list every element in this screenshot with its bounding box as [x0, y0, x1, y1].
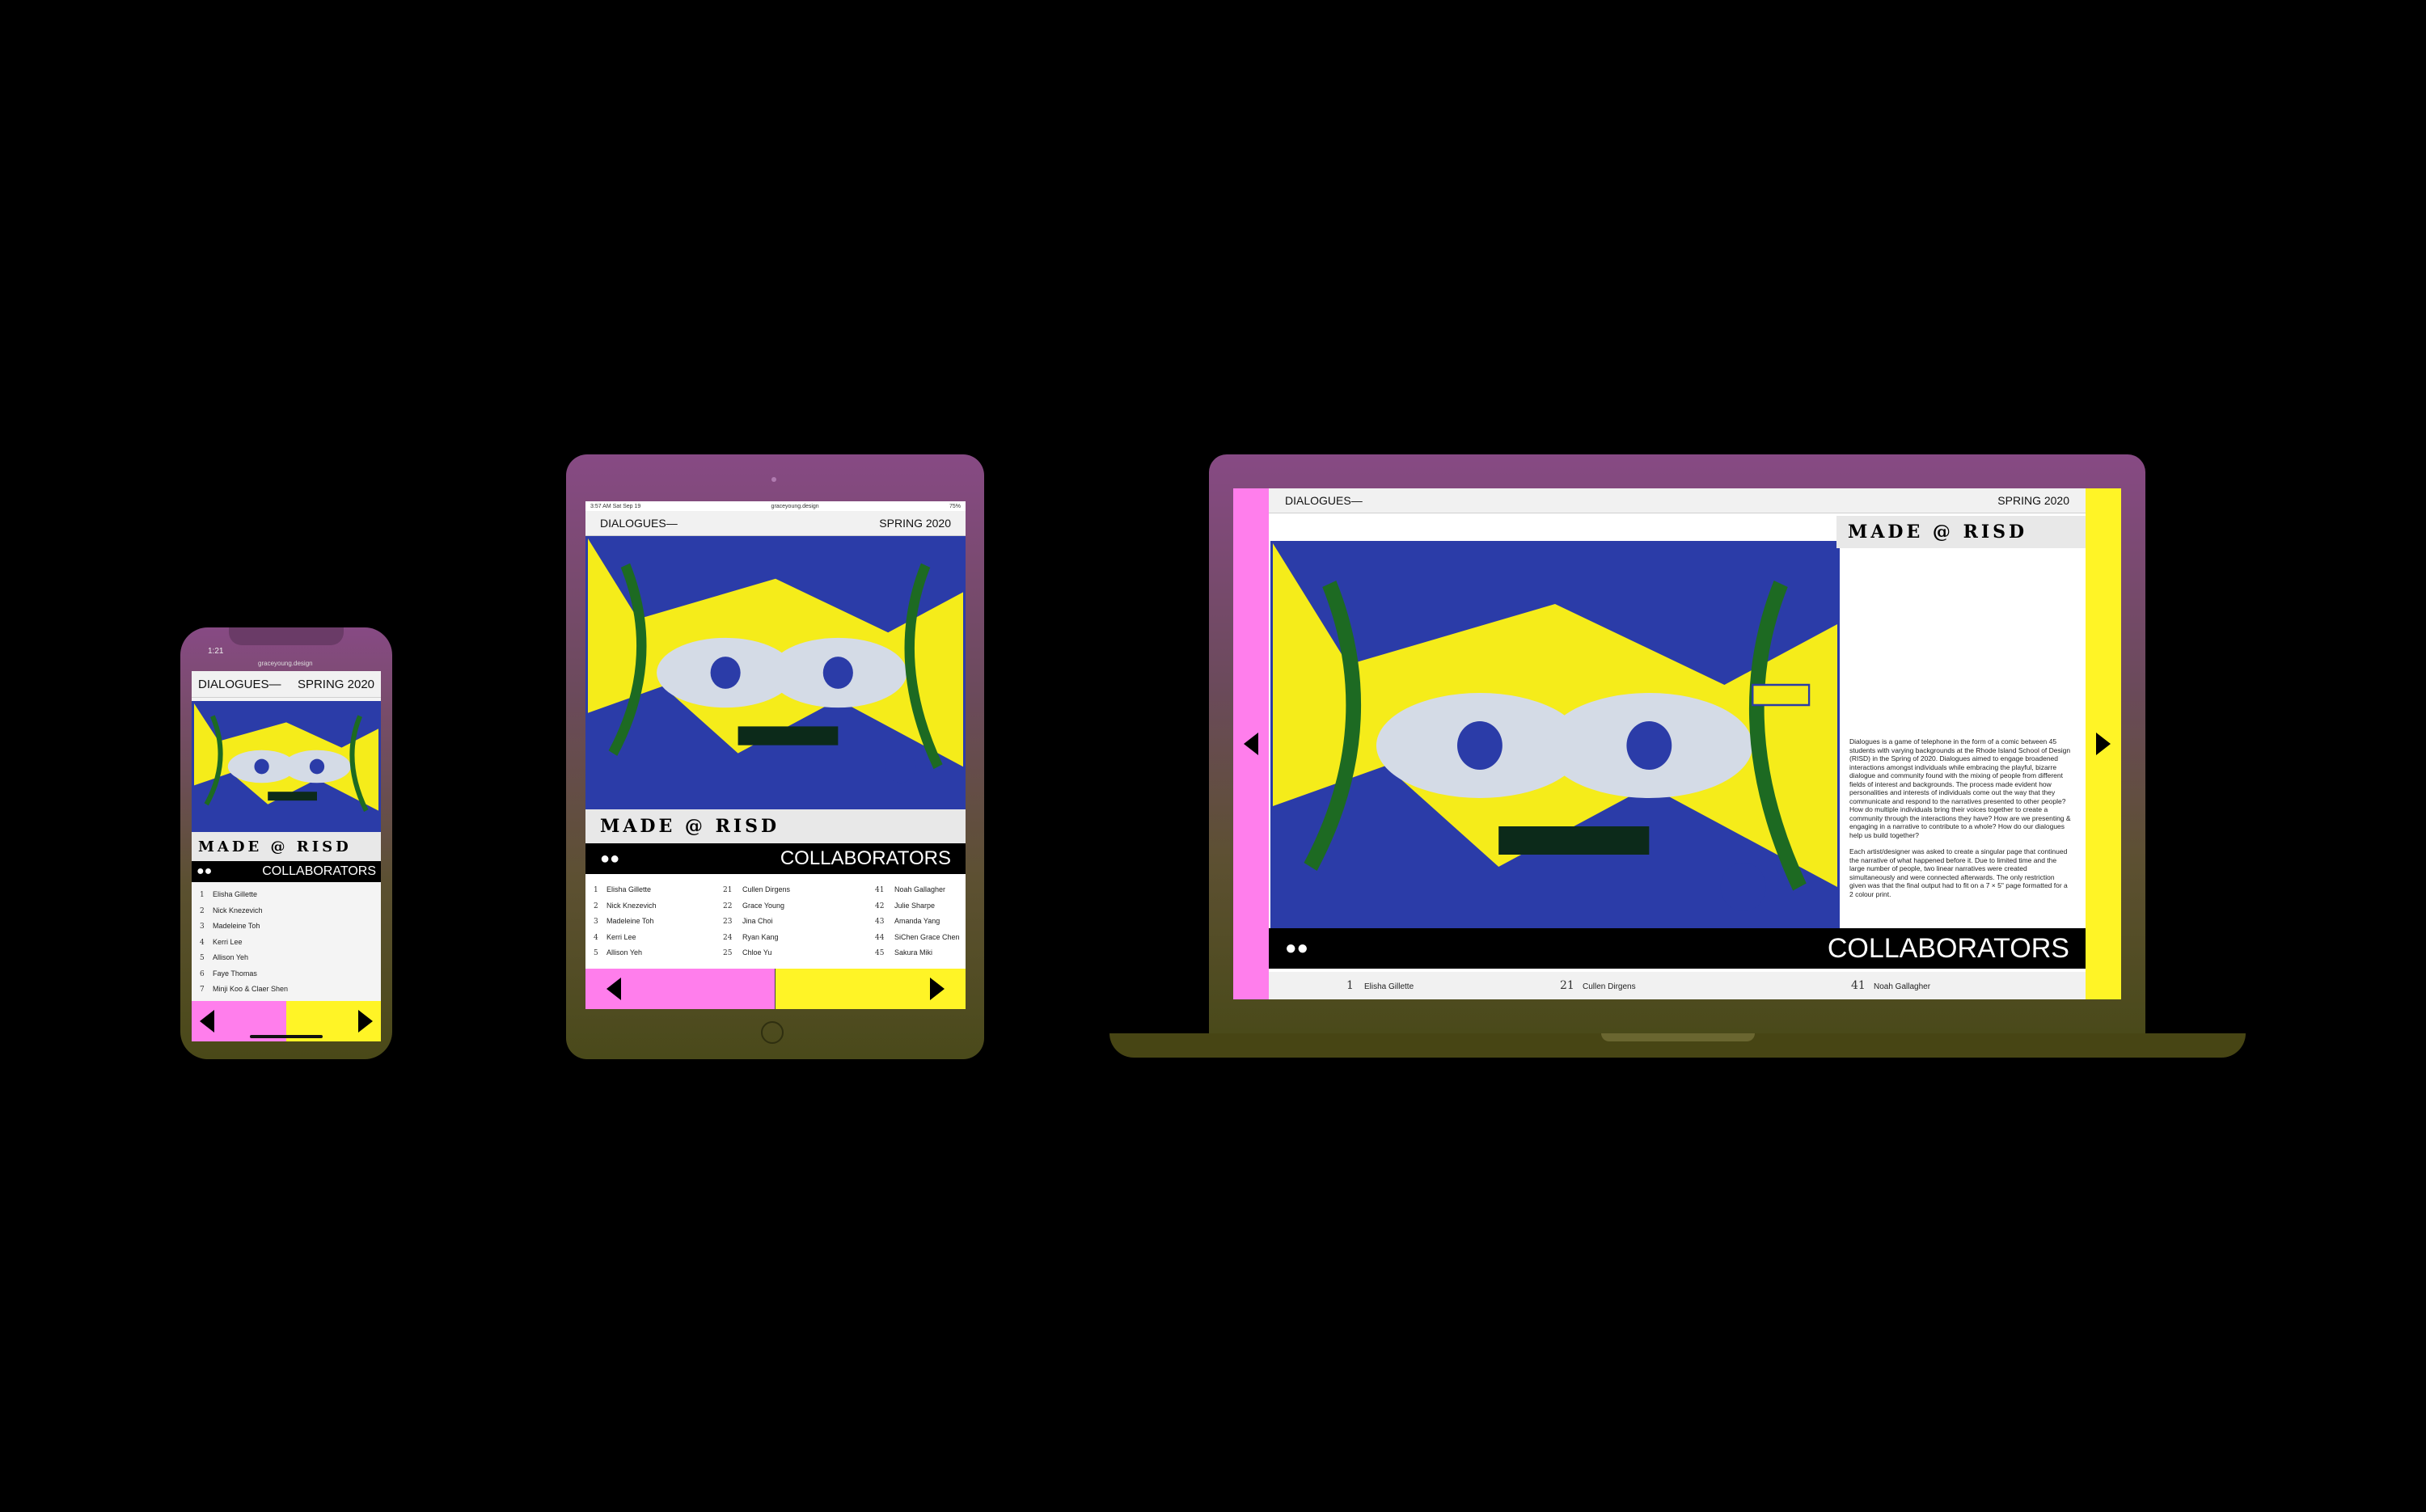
phone-header: DIALOGUES— SPRING 2020: [192, 671, 381, 698]
section-title: COLLABORATORS: [780, 847, 951, 869]
collaborator-column: 1 Elisha Gillette 2 Nick Knezevich 3 Madele…: [594, 882, 723, 961]
laptop-wordmark-row: MADE @ RISD: [1836, 516, 2086, 548]
site-season: SPRING 2020: [879, 517, 951, 530]
arrow-left-icon: [1244, 733, 1258, 755]
collaborator-column: 41 Noah Gallagher 42 Julie Sharpe 43 Amanda…: [875, 882, 964, 961]
site-season: SPRING 2020: [297, 677, 374, 691]
arrow-left-icon: [200, 1010, 214, 1033]
tablet-camera: [771, 477, 776, 482]
tablet-battery: 75%: [949, 503, 961, 509]
list-item[interactable]: 1 Elisha Gillette: [1269, 979, 1560, 992]
phone-device: 1:21 graceyoung.design DIALOGUES— SPRING…: [180, 627, 392, 1059]
list-item[interactable]: 5 Allison Yeh: [200, 950, 381, 966]
laptop-collaborators-bar: ●● COLLABORATORS: [1269, 928, 2086, 969]
cover-illustration: [1273, 543, 1837, 948]
list-item[interactable]: 42 Julie Sharpe: [875, 898, 964, 914]
wordmark: MADE @ RISD: [600, 816, 780, 837]
tablet-status-bar: 3:57 AM Sat Sep 19 graceyoung.design 75%: [585, 501, 966, 511]
blob-pair-icon: ●●: [197, 864, 213, 878]
laptop-page: DIALOGUES— SPRING 2020 MADE @ RISD Dialo…: [1269, 488, 2086, 999]
tablet-screen: 3:57 AM Sat Sep 19 graceyoung.design 75%…: [585, 501, 966, 1009]
laptop-screen: DIALOGUES— SPRING 2020 MADE @ RISD Dialo…: [1233, 488, 2121, 999]
laptop-collaborator-row: 1 Elisha Gillette 21 Cullen Dirgens 41 Noah…: [1269, 972, 2086, 999]
cover-illustration: [194, 703, 378, 830]
arrow-right-icon: [930, 978, 945, 1000]
laptop-header: DIALOGUES— SPRING 2020: [1269, 488, 2086, 513]
laptop-nav-prev[interactable]: [1233, 488, 1269, 999]
list-item[interactable]: 6 Faye Thomas: [200, 966, 381, 982]
description-paragraph: Dialogues is a game of telephone in the …: [1849, 737, 2071, 839]
list-item[interactable]: 41 Noah Gallagher: [875, 882, 964, 898]
laptop-lid: DIALOGUES— SPRING 2020 MADE @ RISD Dialo…: [1209, 454, 2145, 1033]
section-title: COLLABORATORS: [262, 864, 376, 878]
project-description: Dialogues is a game of telephone in the …: [1849, 737, 2073, 906]
list-item[interactable]: 2 Nick Knezevich: [200, 903, 381, 919]
list-item[interactable]: 4 Kerri Lee: [200, 935, 381, 951]
list-item[interactable]: 45 Sakura Miki: [875, 945, 964, 961]
list-item[interactable]: 2 Nick Knezevich: [594, 898, 723, 914]
blob-pair-icon: ●●: [600, 849, 620, 868]
site-title[interactable]: DIALOGUES—: [198, 678, 281, 691]
arrow-right-icon: [2096, 733, 2111, 755]
wordmark: MADE @ RISD: [1848, 522, 2028, 543]
phone-notch: [229, 627, 344, 645]
tablet-status-time: 3:57 AM Sat Sep 19: [590, 503, 641, 509]
list-item[interactable]: 5 Allison Yeh: [594, 945, 723, 961]
list-item[interactable]: 3 Madeleine Toh: [200, 919, 381, 935]
arrow-right-icon: [358, 1010, 373, 1033]
phone-url[interactable]: graceyoung.design: [258, 660, 313, 667]
arrow-left-icon: [606, 978, 621, 1000]
list-item[interactable]: 7 Minji Koo & Claer Shen: [200, 982, 381, 998]
tablet-nav-next[interactable]: [776, 969, 966, 1009]
tablet-collaborators-bar: ●● COLLABORATORS: [585, 843, 966, 874]
tablet-nav-prev[interactable]: [585, 969, 776, 1009]
tablet-cover-art: [585, 536, 966, 809]
tablet-url[interactable]: graceyoung.design: [771, 504, 819, 509]
site-season: SPRING 2020: [1997, 494, 2069, 507]
blob-pair-icon: ●●: [1285, 937, 1308, 959]
list-item[interactable]: 25 Chloe Yu: [723, 945, 875, 961]
wordmark: MADE @ RISD: [198, 838, 352, 855]
home-indicator: [250, 1035, 323, 1038]
tablet-device: 3:57 AM Sat Sep 19 graceyoung.design 75%…: [566, 454, 984, 1059]
list-item[interactable]: 23 Jina Choi: [723, 914, 875, 930]
list-item[interactable]: 1 Elisha Gillette: [594, 882, 723, 898]
phone-collaborators-bar: ●● COLLABORATORS: [192, 861, 381, 882]
list-item[interactable]: 1 Elisha Gillette: [200, 887, 381, 903]
list-item[interactable]: 21 Cullen Dirgens: [723, 882, 875, 898]
list-item[interactable]: 41 Noah Gallagher: [1851, 979, 2077, 992]
tablet-collaborator-grid: 1 Elisha Gillette 2 Nick Knezevich 3 Madele…: [585, 874, 966, 961]
description-paragraph: Each artist/designer was asked to create…: [1849, 847, 2068, 898]
laptop-cover-art: [1270, 541, 1840, 950]
phone-wordmark-row: MADE @ RISD: [192, 832, 381, 861]
list-item[interactable]: 44 SiChen Grace Chen: [875, 930, 964, 946]
phone-status-time: 1:21: [208, 647, 224, 656]
list-item[interactable]: 43 Amanda Yang: [875, 914, 964, 930]
phone-screen: DIALOGUES— SPRING 2020 MADE @ RISD ●● CO…: [192, 671, 381, 1041]
cover-illustration: [588, 538, 963, 807]
tablet-wordmark-row: MADE @ RISD: [585, 809, 966, 843]
list-item[interactable]: 21 Cullen Dirgens: [1560, 979, 1851, 992]
phone-cover-art: [192, 701, 381, 832]
site-title[interactable]: DIALOGUES—: [1285, 494, 1363, 507]
list-item[interactable]: 4 Kerri Lee: [594, 930, 723, 946]
tablet-home-button[interactable]: [761, 1021, 784, 1044]
list-item[interactable]: 24 Ryan Kang: [723, 930, 875, 946]
list-item[interactable]: 22 Grace Young: [723, 898, 875, 914]
laptop-nav-next[interactable]: [2086, 488, 2121, 999]
laptop-trackpad-notch: [1601, 1033, 1755, 1041]
collaborator-column: 21 Cullen Dirgens 22 Grace Young 23 Jina Ch…: [723, 882, 875, 961]
phone-collaborator-list: 1 Elisha Gillette 2 Nick Knezevich 3 Madele…: [192, 882, 381, 998]
tablet-header: DIALOGUES— SPRING 2020: [585, 511, 966, 536]
section-title: COLLABORATORS: [1827, 932, 2069, 964]
site-title[interactable]: DIALOGUES—: [600, 517, 678, 530]
list-item[interactable]: 3 Madeleine Toh: [594, 914, 723, 930]
